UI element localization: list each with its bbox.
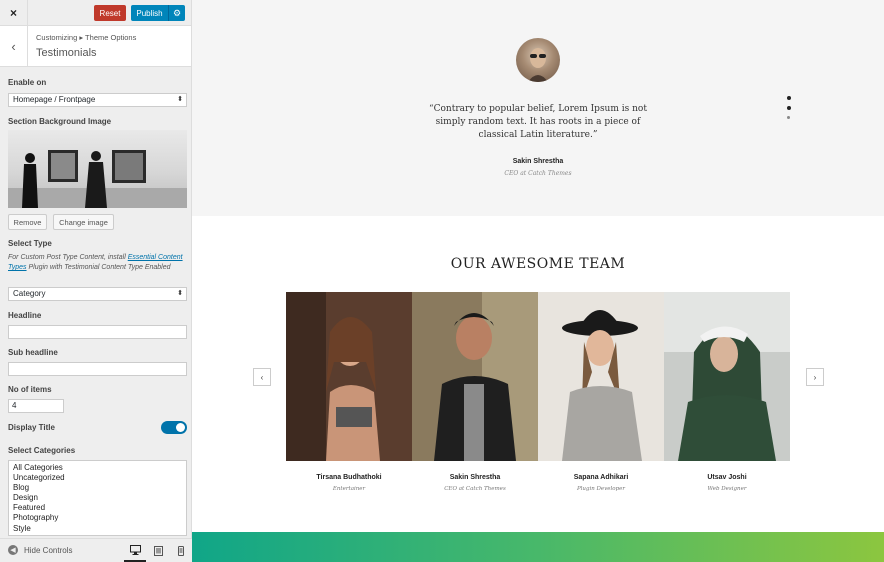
hide-controls-button[interactable]: ◀ Hide Controls [8, 545, 72, 555]
testimonial-section: “Contrary to popular belief, Lorem Ipsum… [192, 0, 884, 216]
category-option[interactable]: Blog [13, 483, 182, 493]
category-option[interactable]: Uncategorized [13, 473, 182, 483]
site-preview: “Contrary to popular belief, Lorem Ipsum… [192, 0, 884, 562]
pager-dot[interactable] [787, 116, 790, 119]
enable-on-value: Homepage / Frontpage [13, 95, 96, 104]
pager-dot[interactable] [787, 106, 791, 110]
headline-label: Headline [8, 311, 42, 320]
customizer-sidebar: × Reset Publish ⚙ ‹ Customizing ▸ Theme … [0, 0, 192, 562]
sub-headline-label: Sub headline [8, 348, 58, 357]
team-section-title: OUR AWESOME TEAM [450, 256, 626, 272]
team-member-photo [286, 292, 412, 461]
description-text: For Custom Post Type Content, install [8, 254, 128, 261]
section-title: Testimonials [36, 47, 97, 59]
toggle-knob [176, 423, 185, 432]
mobile-preview-icon[interactable] [170, 539, 192, 562]
team-member-role: Entertainer [332, 486, 366, 492]
testimonial-author: Sakin Shrestha [512, 158, 564, 165]
select-type-value: Category [13, 289, 46, 298]
carousel-prev-icon[interactable]: ‹ [253, 368, 271, 386]
team-member-name: Utsav Joshi [707, 474, 747, 481]
description-text: Plugin with Testimonial Content Type Ena… [26, 264, 171, 271]
reset-button[interactable]: Reset [94, 5, 126, 21]
no-of-items-input[interactable]: 4 [8, 399, 64, 413]
team-member-role: Plugin Developer [576, 486, 626, 492]
team-member-name: Sakin Shrestha [449, 474, 501, 481]
sub-headline-input[interactable] [8, 362, 187, 376]
enable-on-label: Enable on [8, 78, 47, 87]
enable-on-select[interactable]: Homepage / Frontpage ⬍ [8, 93, 187, 107]
next-section-band [192, 532, 884, 562]
display-title-label: Display Title [8, 423, 55, 432]
customizer-header: × Reset Publish ⚙ [0, 0, 191, 26]
team-member-photo [538, 292, 664, 461]
select-categories-label: Select Categories [8, 446, 76, 455]
headline-input[interactable] [8, 325, 187, 339]
desktop-preview-icon[interactable] [124, 539, 146, 562]
team-member-photo [664, 292, 790, 461]
change-image-button[interactable]: Change image [53, 214, 114, 230]
pager-dot[interactable] [787, 96, 791, 100]
publish-button[interactable]: Publish [131, 5, 168, 21]
carousel-next-icon[interactable]: › [806, 368, 824, 386]
display-title-toggle[interactable] [161, 421, 187, 434]
testimonial-avatar [516, 38, 560, 82]
category-option[interactable]: Photography [13, 513, 182, 523]
categories-listbox[interactable]: All Categories Uncategorized Blog Design… [8, 460, 187, 536]
section-header: ‹ Customizing ▸ Theme Options Testimonia… [0, 26, 191, 67]
customizer-footer: ◀ Hide Controls [0, 538, 192, 562]
background-image-preview [8, 130, 187, 208]
breadcrumb: Customizing ▸ Theme Options [36, 33, 137, 42]
tablet-preview-icon[interactable] [147, 539, 169, 562]
gallery-photo [8, 150, 187, 208]
collapse-icon: ◀ [8, 545, 18, 555]
hide-controls-label: Hide Controls [24, 545, 73, 555]
publish-settings-gear-icon[interactable]: ⚙ [168, 5, 185, 21]
remove-image-button[interactable]: Remove [8, 214, 47, 230]
team-member-role: CEO at Catch Themes [444, 486, 506, 492]
select-arrows-icon: ⬍ [177, 96, 183, 103]
select-type-select[interactable]: Category ⬍ [8, 287, 187, 301]
team-member-name: Sapana Adhikari [573, 474, 629, 481]
close-icon[interactable]: × [0, 0, 28, 26]
testimonial-pager [787, 96, 793, 125]
select-arrows-icon: ⬍ [177, 290, 183, 297]
select-type-description: For Custom Post Type Content, install Es… [8, 253, 188, 273]
category-option[interactable]: Featured [13, 503, 182, 513]
bg-image-label: Section Background Image [8, 117, 112, 126]
team-member-photo [412, 292, 538, 461]
select-type-label: Select Type [8, 239, 52, 248]
back-icon[interactable]: ‹ [0, 26, 28, 67]
team-member-name: Tirsana Budhathoki [316, 474, 382, 481]
category-option[interactable]: All Categories [13, 463, 182, 473]
testimonial-role: CEO at Catch Themes [504, 170, 572, 177]
team-member-role: Web Designer [707, 486, 747, 492]
category-option[interactable]: Style [13, 524, 182, 534]
no-of-items-label: No of items [8, 385, 52, 394]
testimonial-quote: “Contrary to popular belief, Lorem Ipsum… [429, 104, 647, 140]
category-option[interactable]: Design [13, 493, 182, 503]
